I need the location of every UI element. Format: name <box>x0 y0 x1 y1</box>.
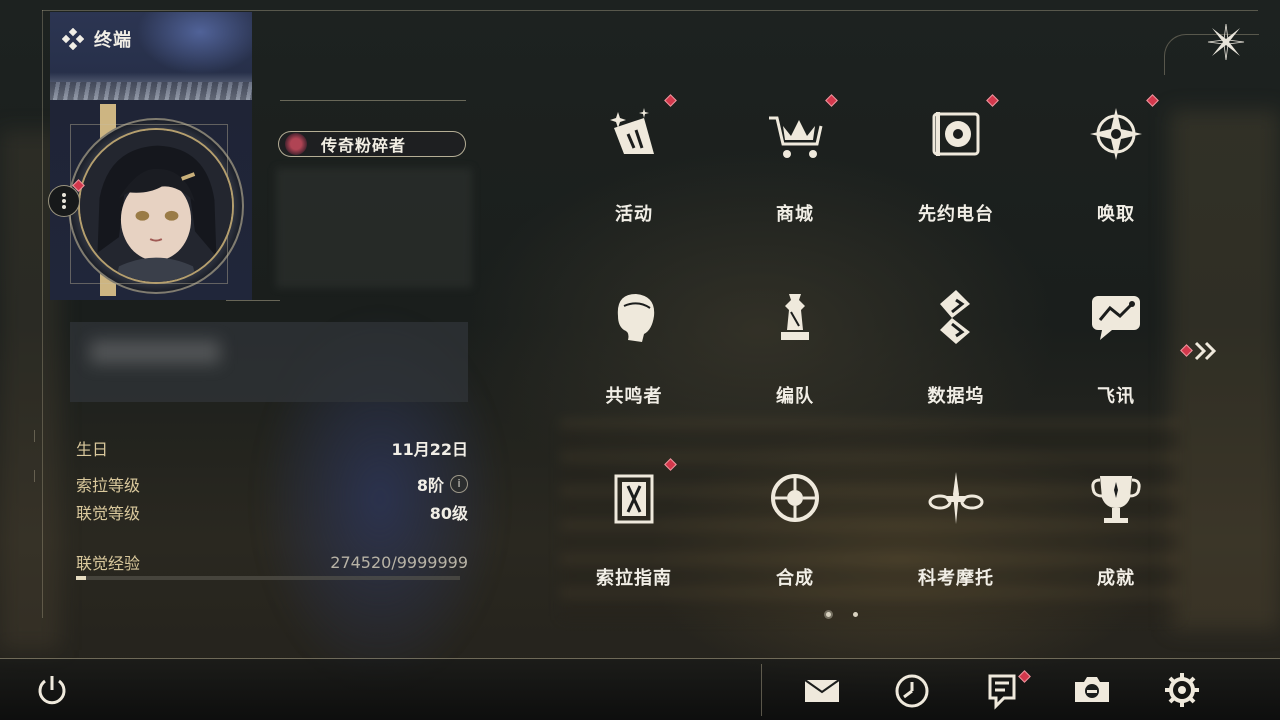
stat-label: 联觉等级 <box>76 504 141 523</box>
next-page-button[interactable] <box>1180 340 1220 362</box>
trophy-icon <box>1091 476 1141 523</box>
settings-gear-icon <box>1165 673 1199 707</box>
menu-item-label: 共鸣者 <box>605 386 663 407</box>
menu-item-synthesis[interactable]: 合成 <box>735 458 855 608</box>
synthesis-icon <box>771 474 819 522</box>
mail-icon <box>804 679 840 702</box>
stat-value: 80级 <box>429 504 468 523</box>
page-dot-1[interactable] <box>826 612 831 617</box>
close-icon <box>1207 23 1245 61</box>
double-chevron-right-icon <box>1194 341 1217 361</box>
notification-badge <box>1146 94 1159 107</box>
stat-union-exp: 联觉经验 274520/9999999 <box>76 550 468 574</box>
stat-union-level: 联觉等级 80级 <box>76 500 468 524</box>
blurred-signature-area <box>276 168 472 288</box>
menu-item-pioneer-radio[interactable]: 先约电台 <box>896 94 1016 244</box>
side-tick <box>34 430 47 442</box>
exp-progress-bar <box>76 576 460 580</box>
notice-icon <box>988 674 1016 710</box>
menu-item-label: 数据坞 <box>927 386 985 407</box>
frame-left-line <box>42 10 43 618</box>
data-bank-icon <box>940 290 970 344</box>
stat-value-wrap: 8阶 i <box>417 472 468 496</box>
badge-emblem-icon <box>285 133 307 155</box>
info-icon[interactable]: i <box>450 475 468 493</box>
stat-value: 8阶 <box>416 476 444 495</box>
team-chess-icon <box>781 294 809 340</box>
resonator-head-icon <box>617 294 655 342</box>
terminal-diamonds-icon <box>62 28 84 50</box>
menu-item-messages[interactable]: 飞讯 <box>1056 276 1176 426</box>
camera-icon <box>1075 677 1109 702</box>
power-icon <box>38 676 66 705</box>
photo-mode-button[interactable] <box>1072 670 1112 710</box>
terminal-title: 终端 <box>62 26 132 52</box>
divider-portrait <box>226 300 280 301</box>
bottom-divider <box>0 658 1280 659</box>
stat-birthday: 生日 11月22日 <box>76 436 468 460</box>
menu-item-team[interactable]: 编队 <box>735 276 855 426</box>
stat-label: 联觉经验 <box>76 554 141 573</box>
menu-item-label: 唤取 <box>1097 204 1135 225</box>
page-title: 终端 <box>94 30 132 51</box>
menu-item-label: 活动 <box>615 204 653 225</box>
menu-item-label: 先约电台 <box>918 204 994 225</box>
close-button[interactable] <box>1206 22 1246 62</box>
guidebook-icon <box>614 474 654 524</box>
notification-badge <box>1180 344 1193 357</box>
events-icon <box>610 108 654 154</box>
menu-item-label: 编队 <box>776 386 814 407</box>
event-log-button[interactable] <box>892 670 932 710</box>
exp-progress-fill <box>76 576 87 580</box>
profile-menu-button[interactable] <box>48 185 80 217</box>
motorcycle-icon <box>928 472 984 524</box>
messages-chat-icon <box>1092 296 1140 340</box>
pioneer-radio-icon <box>932 112 980 156</box>
convene-compass-icon <box>1090 108 1142 160</box>
vertical-dots-icon <box>62 193 66 209</box>
stat-label: 生日 <box>76 440 109 459</box>
power-button[interactable] <box>32 670 72 710</box>
menu-item-data-bank[interactable]: 数据坞 <box>896 276 1016 426</box>
side-tick <box>34 470 47 482</box>
menu-item-events[interactable]: 活动 <box>574 94 694 244</box>
menu-item-label: 索拉指南 <box>596 568 672 589</box>
stat-sola-level: 索拉等级 8阶 i <box>76 472 468 496</box>
clock-icon <box>895 674 929 708</box>
menu-item-convene[interactable]: 唤取 <box>1056 94 1176 244</box>
divider-top <box>280 100 466 101</box>
menu-item-shop[interactable]: 商城 <box>735 94 855 244</box>
shop-crown-cart-icon <box>769 116 823 158</box>
title-badge-label: 传奇粉碎者 <box>321 136 407 155</box>
mail-button[interactable] <box>802 670 842 710</box>
menu-item-label: 成就 <box>1097 568 1135 589</box>
stat-label: 索拉等级 <box>76 476 141 495</box>
notice-button[interactable] <box>982 670 1031 710</box>
menu-item-motorcycle[interactable]: 科考摩托 <box>896 458 1016 608</box>
menu-item-achievements[interactable]: 成就 <box>1056 458 1176 608</box>
background-pillar-right <box>1170 110 1280 630</box>
page-dot-2[interactable] <box>853 612 858 617</box>
menu-item-label: 商城 <box>776 204 814 225</box>
menu-item-sola-guide[interactable]: 索拉指南 <box>574 458 694 608</box>
menu-item-label: 科考摩托 <box>918 568 994 589</box>
stat-value: 11月22日 <box>391 440 468 459</box>
bottom-separator <box>761 664 762 716</box>
blurred-player-name <box>90 340 220 364</box>
stat-value: 274520/9999999 <box>330 552 468 572</box>
menu-item-label: 飞讯 <box>1097 386 1135 407</box>
settings-button[interactable] <box>1162 670 1202 710</box>
frame-top-line <box>42 10 1258 11</box>
avatar-portrait <box>80 130 232 282</box>
avatar[interactable] <box>78 128 234 284</box>
title-badge[interactable]: 传奇粉碎者 <box>278 131 466 157</box>
page-indicator <box>826 612 858 617</box>
menu-item-resonators[interactable]: 共鸣者 <box>574 276 694 426</box>
notification-badge <box>664 458 677 471</box>
notification-badge <box>986 94 999 107</box>
menu-item-label: 合成 <box>776 568 814 589</box>
notification-badge <box>664 94 677 107</box>
notification-badge <box>825 94 838 107</box>
